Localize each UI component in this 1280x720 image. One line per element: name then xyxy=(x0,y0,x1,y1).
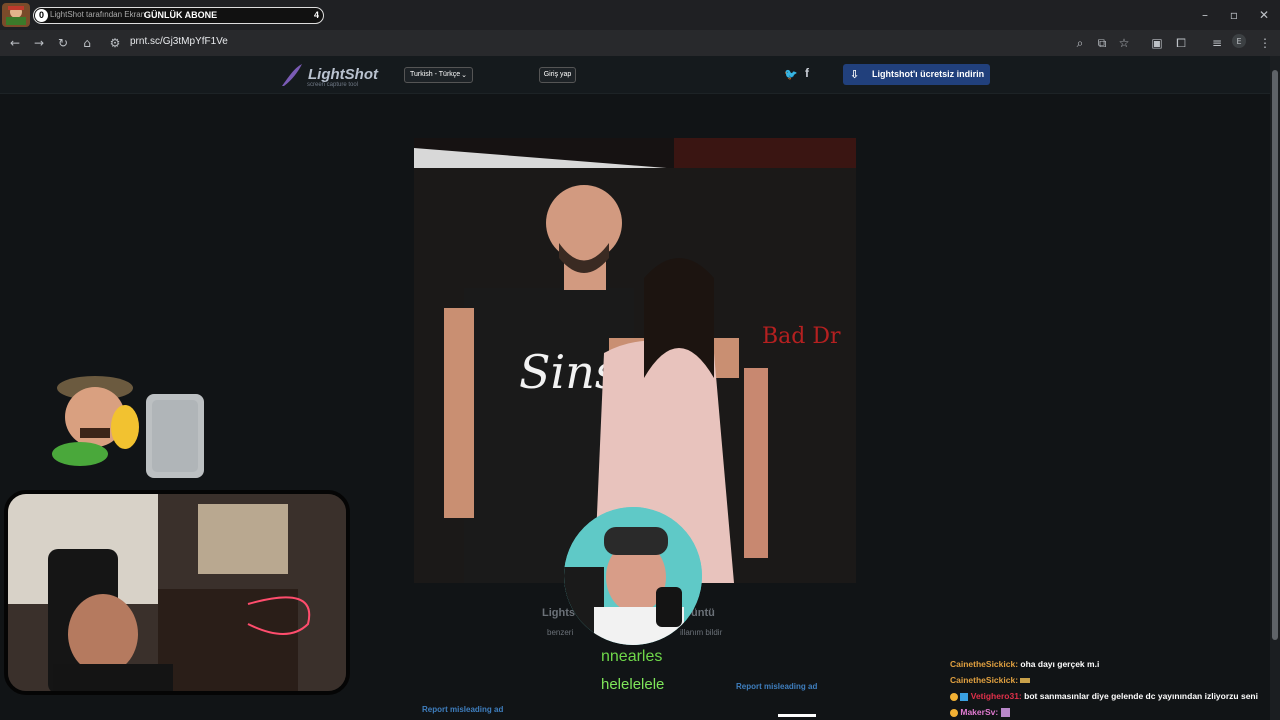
sub-goal-target: 4 xyxy=(313,10,319,20)
chat-panel: CainetheSickick: oha dayı gerçek m.i Cai… xyxy=(950,656,1270,720)
chat-message: Vetighero31: bot sanmasınlar diye gelend… xyxy=(950,688,1270,704)
image-sign-text: Bad Dr xyxy=(762,324,841,349)
sidebar-icon[interactable]: ▣ xyxy=(1148,34,1166,52)
chat-username[interactable]: CainetheSickick: xyxy=(950,659,1018,669)
webcam-overlay xyxy=(4,490,350,695)
badge-icon xyxy=(950,708,958,717)
chat-message: CainetheSickick: oha dayı gerçek m.i xyxy=(950,656,1270,672)
download-icon: ⇩ xyxy=(850,68,860,81)
facebook-icon[interactable]: f xyxy=(805,66,809,80)
avatar-icon xyxy=(2,3,30,27)
similar-link[interactable]: benzeri xyxy=(547,628,573,637)
sub-goal-label: GÜNLÜK ABONE xyxy=(144,10,218,20)
profile-avatar[interactable]: E xyxy=(1232,34,1246,48)
badge-icon xyxy=(960,692,969,701)
lightshot-header xyxy=(0,56,1270,94)
chevron-down-icon: ⌄ xyxy=(461,72,467,79)
report-ad-link-right[interactable]: Report misleading ad xyxy=(736,682,817,691)
alert-message-text: helelelele xyxy=(601,676,665,693)
chat-message: CainetheSickick: xyxy=(950,672,1270,688)
reload-icon[interactable]: ↻ xyxy=(54,34,72,52)
sub-count: 0 xyxy=(35,9,48,22)
alert-name-text: nnearles xyxy=(601,648,663,665)
menu-icon[interactable]: ⋮ xyxy=(1256,34,1274,52)
bookmark-star-icon[interactable]: ☆ xyxy=(1115,34,1133,52)
streamer-emote xyxy=(50,372,210,482)
chat-text: bot sanmasınlar diye gelende dc yayınınd… xyxy=(1024,691,1258,701)
back-icon[interactable]: ← xyxy=(6,34,24,52)
report-ad-link-left[interactable]: Report misleading ad xyxy=(422,705,503,714)
download-label: Lightshot'ı ücretsiz indirin xyxy=(872,69,985,79)
url-field[interactable]: prnt.sc/Gj3tMpYfF1Ve xyxy=(130,36,228,47)
home-icon[interactable]: ⌂ xyxy=(78,34,96,52)
badge-icon xyxy=(950,692,958,701)
emote-icon xyxy=(1000,708,1010,718)
caption-left: Lights xyxy=(542,607,575,619)
logo-subtitle: screen capture tool xyxy=(307,82,359,88)
scrollbar[interactable] xyxy=(1270,56,1280,720)
download-button[interactable]: ⇩ Lightshot'ı ücretsiz indirin xyxy=(843,64,990,85)
chat-username[interactable]: Vetighero31: xyxy=(971,691,1022,701)
minimize-icon[interactable]: – xyxy=(1196,6,1214,24)
media-icon[interactable]: ≡ xyxy=(1208,34,1226,52)
sub-goal-overlay: 0 LightShot tarafından Ekran GÜNLÜK ABON… xyxy=(33,7,324,24)
tab-title[interactable]: LightShot tarafından Ekran xyxy=(50,10,145,19)
chat-username[interactable]: MakerSv: xyxy=(960,707,998,717)
chat-text: oha dayı gerçek m.i xyxy=(1020,659,1100,669)
zoom-icon[interactable]: ⌕ xyxy=(1071,34,1089,52)
address-bar: ← → ↻ ⌂ ⚙ prnt.sc/Gj3tMpYfF1Ve ⌕ ⧉ ☆ ▣ ⧠… xyxy=(0,30,1280,56)
restore-icon[interactable]: ▫ xyxy=(1225,6,1243,24)
language-select[interactable]: Turkish - Türkçe ⌄ xyxy=(404,67,473,83)
lightshot-logo[interactable]: LightShot xyxy=(308,66,378,83)
twitter-icon[interactable]: 🐦 xyxy=(784,68,798,81)
login-button[interactable]: Giriş yap xyxy=(539,67,576,83)
language-label: Turkish - Türkçe xyxy=(410,71,461,78)
guest-webcam xyxy=(564,507,702,645)
emote-icon xyxy=(1020,678,1031,684)
install-icon[interactable]: ⧉ xyxy=(1093,34,1111,52)
close-icon[interactable]: ✕ xyxy=(1255,6,1273,24)
chat-message: MakerSv: xyxy=(950,704,1270,720)
report-link[interactable]: illanım bildir xyxy=(680,628,722,637)
tab-bar: 0 LightShot tarafından Ekran GÜNLÜK ABON… xyxy=(0,0,1280,30)
progress-indicator xyxy=(778,714,816,717)
extensions-icon[interactable]: ⧠ xyxy=(1172,34,1190,52)
forward-icon[interactable]: → xyxy=(30,34,48,52)
site-info-icon[interactable]: ⚙ xyxy=(106,34,124,52)
scrollbar-thumb[interactable] xyxy=(1272,70,1278,640)
feather-logo-icon xyxy=(280,62,304,88)
chat-username[interactable]: CainetheSickick: xyxy=(950,675,1018,685)
